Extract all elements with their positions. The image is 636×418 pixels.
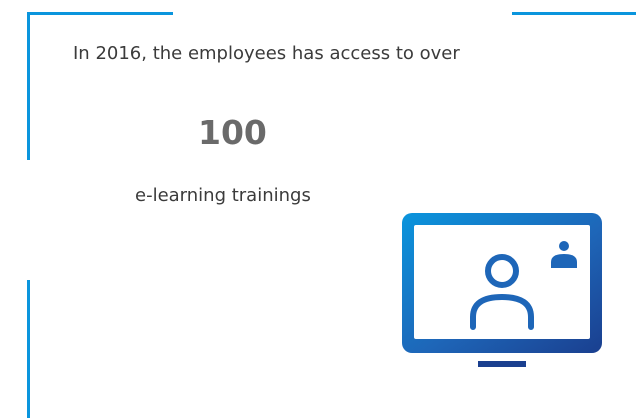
stat-number: 100 [198,113,267,152]
frame-line-top-right [512,12,636,15]
monitor-stand [478,361,526,367]
intro-text: In 2016, the employees has access to ove… [73,43,460,64]
stat-caption: e-learning trainings [135,185,311,206]
video-conference-monitor-icon [402,213,602,367]
frame-line-left-upper [27,12,30,160]
frame-line-left-lower [27,280,30,418]
frame-line-top-left [27,12,173,15]
person-head-small [559,241,569,251]
person-body-small [551,254,577,268]
